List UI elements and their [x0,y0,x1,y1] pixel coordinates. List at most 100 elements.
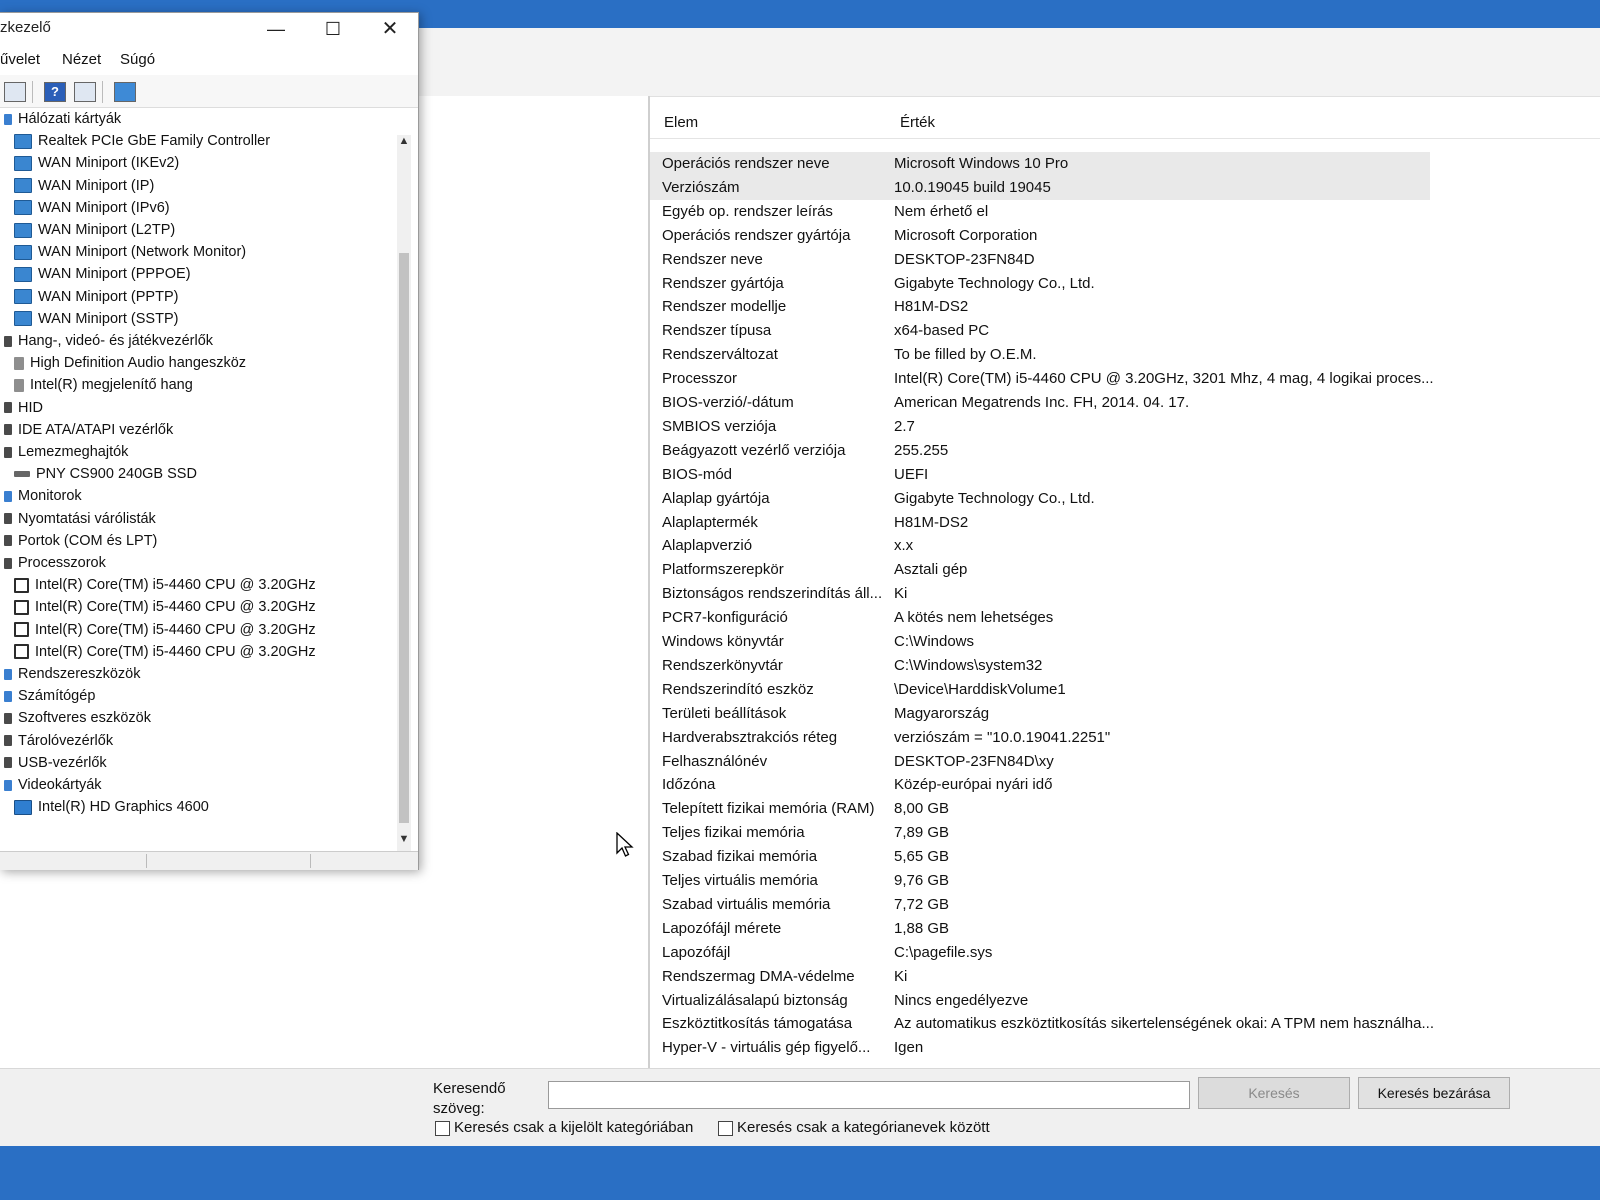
tree-category[interactable]: USB-vezérlők [4,755,107,777]
tree-category[interactable]: Portok (COM és LPT) [4,533,157,555]
close-search-button[interactable]: Keresés bezárása [1358,1077,1510,1109]
table-row[interactable]: Lapozófájl C:\pagefile.sys [650,941,1600,965]
table-row[interactable]: Teljes fizikai memória 7,89 GB [650,821,1600,845]
table-row[interactable]: Teljes virtuális memória 9,76 GB [650,869,1600,893]
table-row[interactable]: Lapozófájl mérete 1,88 GB [650,917,1600,941]
tree-category[interactable]: Rendszereszközök [4,666,141,688]
tree-device[interactable]: WAN Miniport (SSTP) [14,311,178,333]
table-row[interactable]: Időzóna Közép-európai nyári idő [650,773,1600,797]
details-list[interactable]: Elem Érték Operációs rendszer neve Micros… [650,108,1600,1068]
table-row[interactable]: Szabad virtuális memória 7,72 GB [650,893,1600,917]
title-bar[interactable]: zkezelő — ☐ ✕ [0,13,418,45]
row-elem: Felhasználónév [662,752,768,770]
table-row[interactable]: BIOS-verzió/-dátum American Megatrends In… [650,391,1600,415]
tree-device[interactable]: Intel(R) megjelenítő hang [14,377,193,399]
checkbox-box[interactable] [435,1120,450,1136]
tree-scrollbar[interactable]: ▲ ▼ [397,135,411,851]
checkbox-box[interactable] [718,1120,733,1136]
checkbox-category-names[interactable]: Keresés csak a kategórianevek között [718,1119,990,1136]
tree-category[interactable]: Tárolóvezérlők [4,733,113,755]
help-icon[interactable]: ? [44,82,66,102]
table-row[interactable]: Rendszer neve DESKTOP-23FN84D [650,248,1600,272]
table-row[interactable]: Rendszerindító eszköz \Device\HarddiskVol… [650,678,1600,702]
tree-category[interactable]: Számítógép [4,688,95,710]
table-row[interactable]: Processzor Intel(R) Core(TM) i5-4460 CPU … [650,367,1600,391]
table-row[interactable]: Biztonságos rendszerindítás áll... Ki [650,582,1600,606]
table-row[interactable]: Operációs rendszer gyártója Microsoft Cor… [650,224,1600,248]
tree-device[interactable]: WAN Miniport (IPv6) [14,200,170,222]
tree-category[interactable]: Szoftveres eszközök [4,710,151,732]
tree-label: Videokártyák [18,777,102,793]
table-row[interactable]: Rendszer típusa x64-based PC [650,319,1600,343]
properties-icon[interactable] [4,82,26,102]
table-row[interactable]: Alaplap gyártója Gigabyte Technology Co.,… [650,487,1600,511]
tree-category[interactable]: Hang-, videó- és játékvezérlők [4,333,213,355]
tree-device[interactable]: Realtek PCIe GbE Family Controller [14,133,270,155]
table-row[interactable]: Területi beállítások Magyarország [650,702,1600,726]
tree-device[interactable]: Intel(R) HD Graphics 4600 [14,799,209,821]
table-row[interactable]: Telepített fizikai memória (RAM) 8,00 GB [650,797,1600,821]
table-row[interactable]: Alaplaptermék H81M-DS2 [650,511,1600,535]
tree-device[interactable]: PNY CS900 240GB SSD [14,466,197,488]
device-tree[interactable]: Hálózati kártyák Realtek PCIe GbE Family … [0,109,395,851]
table-row[interactable]: Rendszermag DMA-védelme Ki [650,965,1600,989]
device-manager-window[interactable]: zkezelő — ☐ ✕ űvelet Nézet Súgó ? Hálóza… [0,12,419,870]
tree-category[interactable]: Nyomtatási várólisták [4,511,156,533]
table-row[interactable]: Rendszer gyártója Gigabyte Technology Co.… [650,272,1600,296]
table-row[interactable]: Felhasználónév DESKTOP-23FN84D\xy [650,750,1600,774]
scroll-down-icon[interactable]: ▼ [397,833,411,849]
minimize-icon[interactable]: — [256,17,296,41]
table-row[interactable]: Virtualizálásalapú biztonság Nincs engedé… [650,989,1600,1013]
table-row[interactable]: Hardverabsztrakciós réteg verziószám = "1… [650,726,1600,750]
menu-action[interactable]: űvelet [0,51,40,68]
table-row[interactable]: Rendszerváltozat To be filled by O.E.M. [650,343,1600,367]
table-row[interactable]: Rendszer modellje H81M-DS2 [650,295,1600,319]
monitor-icon[interactable] [114,82,136,102]
column-header-value[interactable]: Érték [900,114,935,131]
table-row[interactable]: Windows könyvtár C:\Windows [650,630,1600,654]
table-row[interactable]: Operációs rendszer neve Microsoft Windows… [650,152,1430,176]
maximize-icon[interactable]: ☐ [313,17,353,41]
tree-category[interactable]: Monitorok [4,488,82,510]
table-row[interactable]: Rendszerkönyvtár C:\Windows\system32 [650,654,1600,678]
tree-device[interactable]: WAN Miniport (PPTP) [14,289,178,311]
tree-device[interactable]: WAN Miniport (IKEv2) [14,155,179,177]
table-row[interactable]: PCR7-konfiguráció A kötés nem lehetséges [650,606,1600,630]
view-icon[interactable] [74,82,96,102]
table-row[interactable]: Szabad fizikai memória 5,65 GB [650,845,1600,869]
tree-device[interactable]: Intel(R) Core(TM) i5-4460 CPU @ 3.20GHz [14,622,316,644]
tree-device[interactable]: WAN Miniport (L2TP) [14,222,175,244]
tree-device[interactable]: Intel(R) Core(TM) i5-4460 CPU @ 3.20GHz [14,599,316,621]
table-row[interactable]: Eszköztitkosítás támogatása Az automatiku… [650,1012,1600,1036]
tree-device[interactable]: WAN Miniport (PPPOE) [14,266,191,288]
table-row[interactable]: BIOS-mód UEFI [650,463,1600,487]
close-icon[interactable]: ✕ [370,17,410,41]
table-row[interactable]: SMBIOS verziója 2.7 [650,415,1600,439]
scroll-up-icon[interactable]: ▲ [397,135,411,151]
tree-device[interactable]: WAN Miniport (IP) [14,178,154,200]
table-row[interactable]: Egyéb op. rendszer leírás Nem érhető el [650,200,1600,224]
table-row[interactable]: Platformszerepkör Asztali gép [650,558,1600,582]
search-input[interactable] [548,1081,1190,1109]
row-elem: Eszköztitkosítás támogatása [662,1015,853,1033]
tree-device[interactable]: Intel(R) Core(TM) i5-4460 CPU @ 3.20GHz [14,644,316,666]
tree-category[interactable]: Videokártyák [4,777,102,799]
menu-view[interactable]: Nézet [62,51,101,68]
tree-category[interactable]: IDE ATA/ATAPI vezérlők [4,422,173,444]
search-button[interactable]: Keresés [1198,1077,1350,1109]
table-row[interactable]: Verziószám 10.0.19045 build 19045 [650,175,1430,200]
tree-category[interactable]: Hálózati kártyák [4,111,121,133]
tree-device[interactable]: WAN Miniport (Network Monitor) [14,244,246,266]
tree-device[interactable]: High Definition Audio hangeszköz [14,355,246,377]
checkbox-selected-category[interactable]: Keresés csak a kijelölt kategóriában [435,1119,693,1136]
table-row[interactable]: Alaplapverzió x.x [650,534,1600,558]
column-header-elem[interactable]: Elem [664,114,698,131]
menu-help[interactable]: Súgó [120,51,155,68]
scrollbar-thumb[interactable] [399,253,409,823]
table-row[interactable]: Beágyazott vezérlő verziója 255.255 [650,439,1600,463]
tree-category[interactable]: Processzorok [4,555,106,577]
table-row[interactable]: Hyper-V - virtuális gép figyelő... Igen [650,1036,1600,1060]
tree-device[interactable]: Intel(R) Core(TM) i5-4460 CPU @ 3.20GHz [14,577,316,599]
tree-category[interactable]: HID [4,400,43,422]
tree-category[interactable]: Lemezmeghajtók [4,444,128,466]
